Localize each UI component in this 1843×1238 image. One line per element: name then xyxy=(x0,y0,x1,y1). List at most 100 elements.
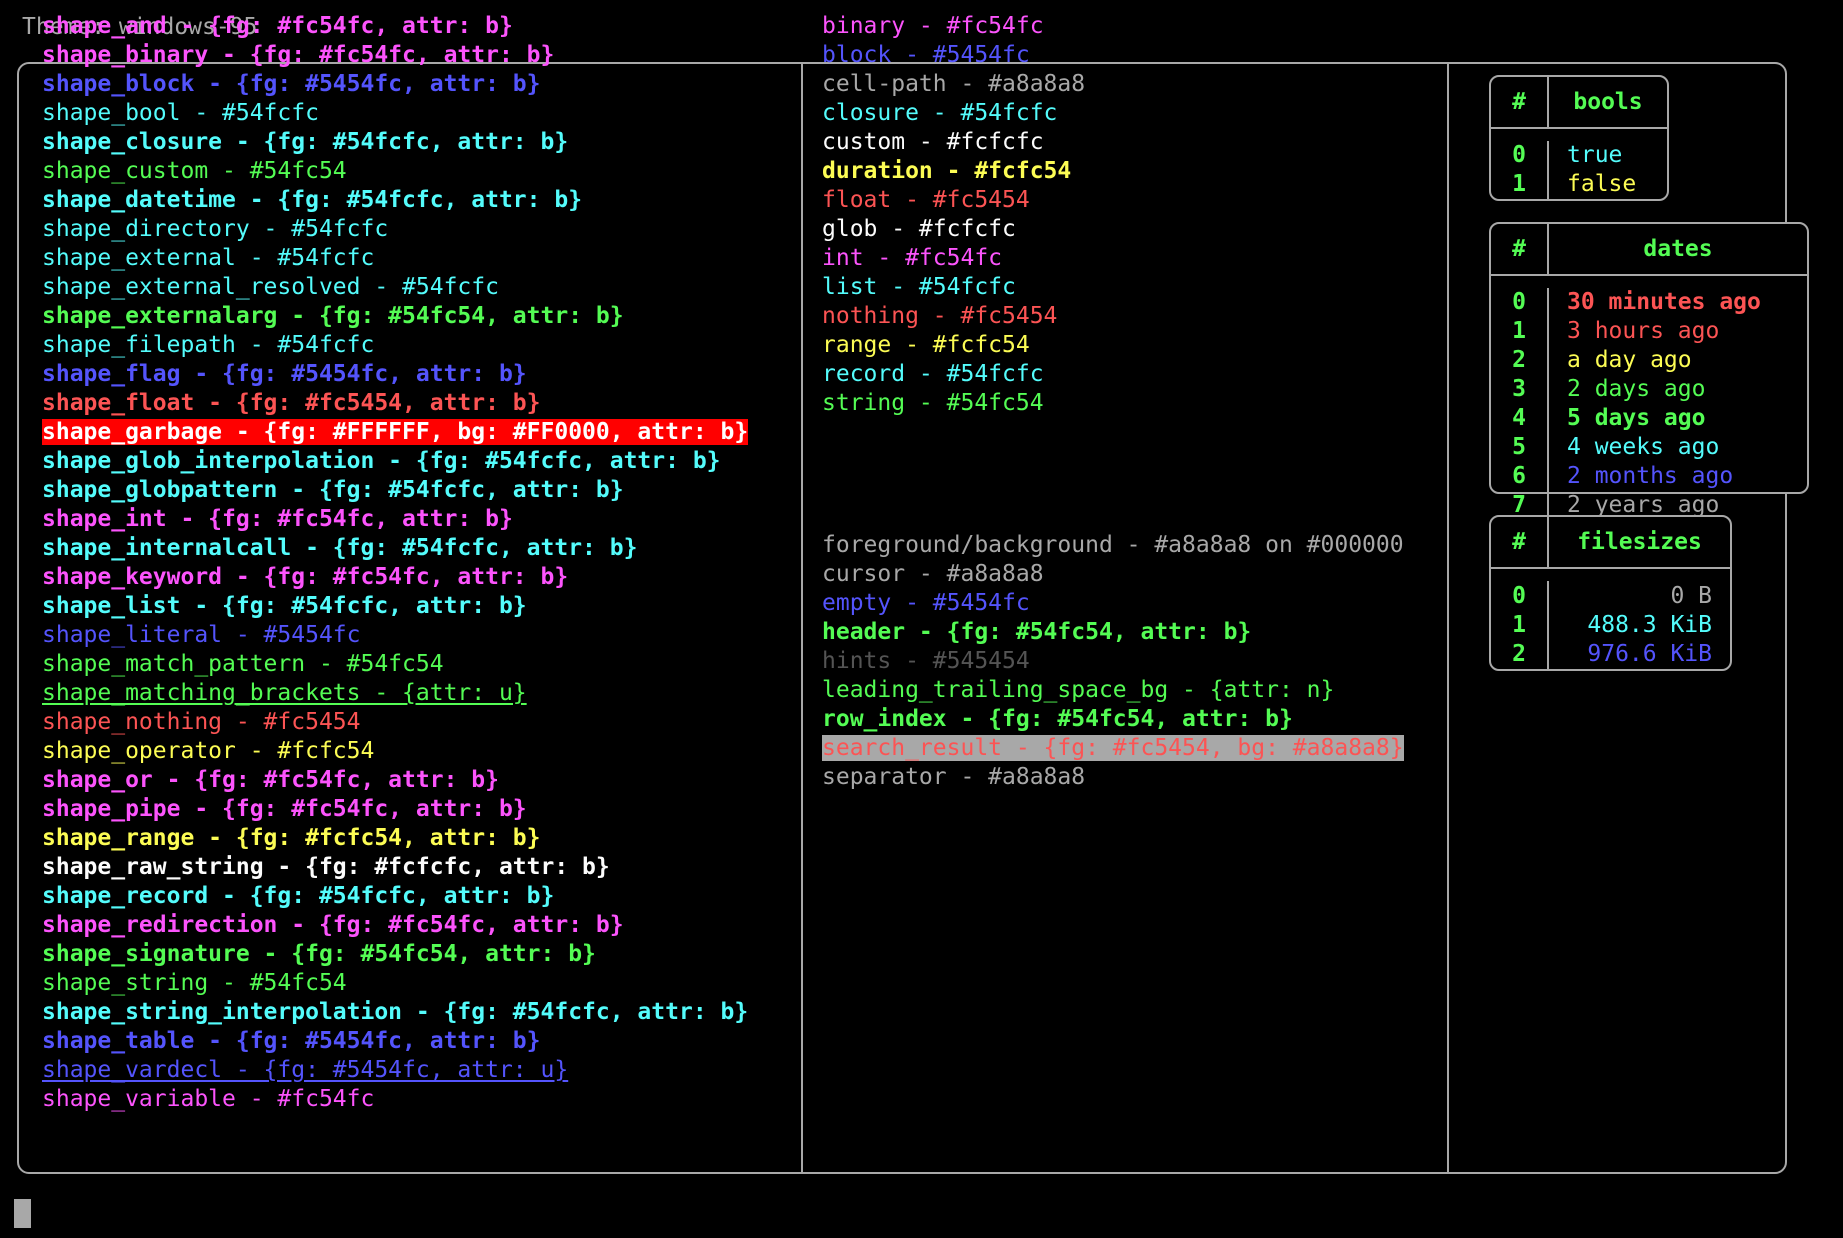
row-index: 5 xyxy=(1491,433,1549,462)
table-row: 1 3 hours ago xyxy=(1491,317,1807,346)
ui-color-entry: foreground/background - #a8a8a8 on #0000… xyxy=(822,531,1404,560)
shape-color-entry: shape_pipe - {fg: #fc54fc, attr: b} xyxy=(42,795,748,824)
shape-color-entry: shape_filepath - #54fcfc xyxy=(42,331,748,360)
cell-value: 0 B xyxy=(1670,582,1712,609)
shape-color-entry: shape_custom - #54fc54 xyxy=(42,157,748,186)
cell-value: a day ago xyxy=(1567,347,1692,373)
ui-color-entry: leading_trailing_space_bg - {attr: n} xyxy=(822,676,1404,705)
shape-color-entry: shape_list - {fg: #54fcfc, attr: b} xyxy=(42,592,748,621)
ui-color-entry: search_result - {fg: #fc5454, bg: #a8a8a… xyxy=(822,734,1404,763)
shape-color-entry: shape_int - {fg: #fc54fc, attr: b} xyxy=(42,505,748,534)
column-divider-2 xyxy=(1447,64,1449,1172)
shape-color-entry-text: shape_binary - {fg: #fc54fc, attr: b} xyxy=(42,42,555,68)
shape-color-entry-text: shape_table - {fg: #5454fc, attr: b} xyxy=(42,1028,541,1054)
ui-element-color-list: foreground/background - #a8a8a8 on #0000… xyxy=(822,531,1404,792)
row-index: 4 xyxy=(1491,404,1549,433)
type-color-entry: list - #54fcfc xyxy=(822,273,1085,302)
type-color-entry-text: binary - #fc54fc xyxy=(822,13,1044,39)
type-color-entry: duration - #fcfc54 xyxy=(822,157,1085,186)
row-index: 0 xyxy=(1491,141,1549,170)
column-header-dates: dates xyxy=(1548,224,1807,276)
shape-color-entry-text: shape_block - {fg: #5454fc, attr: b} xyxy=(42,71,541,97)
type-color-entry-text: string - #54fc54 xyxy=(822,390,1044,416)
table-header-row: # bools xyxy=(1491,77,1667,129)
shape-color-entry: shape_externalarg - {fg: #54fc54, attr: … xyxy=(42,302,748,331)
ui-color-entry-text: separator - #a8a8a8 xyxy=(822,764,1086,790)
table-row: 1 false xyxy=(1491,170,1667,199)
shape-color-entry-text: shape_match_pattern - #54fc54 xyxy=(42,651,444,677)
table-row: 5 4 weeks ago xyxy=(1491,433,1807,462)
terminal-screen: Theme: windows-95 shape_and - {fg: #fc54… xyxy=(0,0,1843,1238)
shape-color-entry: shape_garbage - {fg: #FFFFFF, bg: #FF000… xyxy=(42,418,749,447)
shape-color-entry-text: shape_external_resolved - #54fcfc xyxy=(42,274,499,300)
shape-color-list: shape_and - {fg: #fc54fc, attr: b} shape_… xyxy=(42,12,749,1114)
shape-color-entry: shape_bool - #54fcfc xyxy=(42,99,748,128)
type-color-list: binary - #fc54fc block - #5454fc cell-path… xyxy=(822,12,1085,418)
row-index: 2 xyxy=(1491,346,1549,375)
table-row: 3 2 days ago xyxy=(1491,375,1807,404)
shape-color-entry: shape_redirection - {fg: #fc54fc, attr: … xyxy=(42,911,748,940)
shape-color-entry-text: shape_matching_brackets - {attr: u} xyxy=(42,680,527,706)
shape-color-entry: shape_binary - {fg: #fc54fc, attr: b} xyxy=(42,41,748,70)
shape-color-entry: shape_external - #54fcfc xyxy=(42,244,748,273)
table-row: 4 5 days ago xyxy=(1491,404,1807,433)
cell-value: 3 hours ago xyxy=(1567,318,1720,344)
shape-color-entry: shape_signature - {fg: #54fc54, attr: b} xyxy=(42,940,748,969)
shape-color-entry: shape_internalcall - {fg: #54fcfc, attr:… xyxy=(42,534,748,563)
column-header-bools: bools xyxy=(1548,77,1667,129)
type-color-entry: custom - #fcfcfc xyxy=(822,128,1085,157)
block-cursor[interactable] xyxy=(14,1199,31,1228)
cell-value: 4 weeks ago xyxy=(1567,434,1720,460)
shape-color-entry-text: shape_flag - {fg: #5454fc, attr: b} xyxy=(42,361,527,387)
shape-color-entry: shape_operator - #fcfc54 xyxy=(42,737,748,766)
shape-color-entry-text: shape_raw_string - {fg: #fcfcfc, attr: b… xyxy=(42,854,610,880)
shape-color-entry: shape_literal - #5454fc xyxy=(42,621,748,650)
shape-color-entry-text: shape_bool - #54fcfc xyxy=(42,100,319,126)
dates-table: # dates 0 30 minutes ago 1 3 hours ago 2 a da… xyxy=(1489,222,1809,520)
column-divider-1 xyxy=(801,64,803,1172)
shape-color-entry-text: shape_redirection - {fg: #fc54fc, attr: … xyxy=(42,912,624,938)
table-row: 0 30 minutes ago xyxy=(1491,288,1807,317)
shape-color-entry-text: shape_string - #54fc54 xyxy=(42,970,347,996)
shape-color-entry-text: shape_keyword - {fg: #fc54fc, attr: b} xyxy=(42,564,569,590)
shape-color-entry-text: shape_vardecl - {fg: #5454fc, attr: u} xyxy=(42,1057,569,1083)
type-color-entry-text: glob - #fcfcfc xyxy=(822,216,1016,242)
type-color-entry: cell-path - #a8a8a8 xyxy=(822,70,1085,99)
type-color-entry: range - #fcfc54 xyxy=(822,331,1085,360)
row-index: 1 xyxy=(1491,610,1549,640)
shape-color-entry-text: shape_string_interpolation - {fg: #54fcf… xyxy=(42,999,749,1025)
shape-color-entry: shape_and - {fg: #fc54fc, attr: b} xyxy=(42,12,748,41)
cell-value: 2 months ago xyxy=(1567,463,1734,489)
ui-color-entry: empty - #5454fc xyxy=(822,589,1404,618)
cell-value: 976.6 KiB xyxy=(1587,640,1712,667)
column-header-filesizes: filesizes xyxy=(1548,517,1730,570)
shape-color-entry: shape_match_pattern - #54fc54 xyxy=(42,650,748,679)
shape-color-entry: shape_closure - {fg: #54fcfc, attr: b} xyxy=(42,128,748,157)
shape-color-entry: shape_range - {fg: #fcfc54, attr: b} xyxy=(42,824,748,853)
table-header-row: # filesizes xyxy=(1491,517,1730,570)
shape-color-entry-text: shape_filepath - #54fcfc xyxy=(42,332,375,358)
shape-color-entry-text: shape_int - {fg: #fc54fc, attr: b} xyxy=(42,506,513,532)
shape-color-entry-text: shape_externalarg - {fg: #54fc54, attr: … xyxy=(42,303,624,329)
ui-color-entry-text: empty - #5454fc xyxy=(822,590,1030,616)
type-color-entry: nothing - #fc5454 xyxy=(822,302,1085,331)
shape-color-entry: shape_flag - {fg: #5454fc, attr: b} xyxy=(42,360,748,389)
row-index: 3 xyxy=(1491,375,1549,404)
ui-color-entry-text: cursor - #a8a8a8 xyxy=(822,561,1044,587)
column-header-index: # xyxy=(1491,517,1549,570)
shape-color-entry-text: shape_internalcall - {fg: #54fcfc, attr:… xyxy=(42,535,638,561)
type-color-entry: int - #fc54fc xyxy=(822,244,1085,273)
row-index: 2 xyxy=(1491,639,1549,669)
row-index: 0 xyxy=(1491,581,1549,611)
row-index: 1 xyxy=(1491,317,1549,346)
type-color-entry: binary - #fc54fc xyxy=(822,12,1085,41)
table-row: 2 976.6 KiB xyxy=(1491,639,1730,669)
type-color-entry-text: range - #fcfc54 xyxy=(822,332,1030,358)
shape-color-entry-text: shape_float - {fg: #fc5454, attr: b} xyxy=(42,390,541,416)
shape-color-entry-text: shape_variable - #fc54fc xyxy=(42,1086,375,1112)
type-color-entry-text: list - #54fcfc xyxy=(822,274,1016,300)
table-row: 0 0 B xyxy=(1491,581,1730,611)
type-color-entry: closure - #54fcfc xyxy=(822,99,1085,128)
type-color-entry: string - #54fc54 xyxy=(822,389,1085,418)
shape-color-entry-text: shape_closure - {fg: #54fcfc, attr: b} xyxy=(42,129,569,155)
